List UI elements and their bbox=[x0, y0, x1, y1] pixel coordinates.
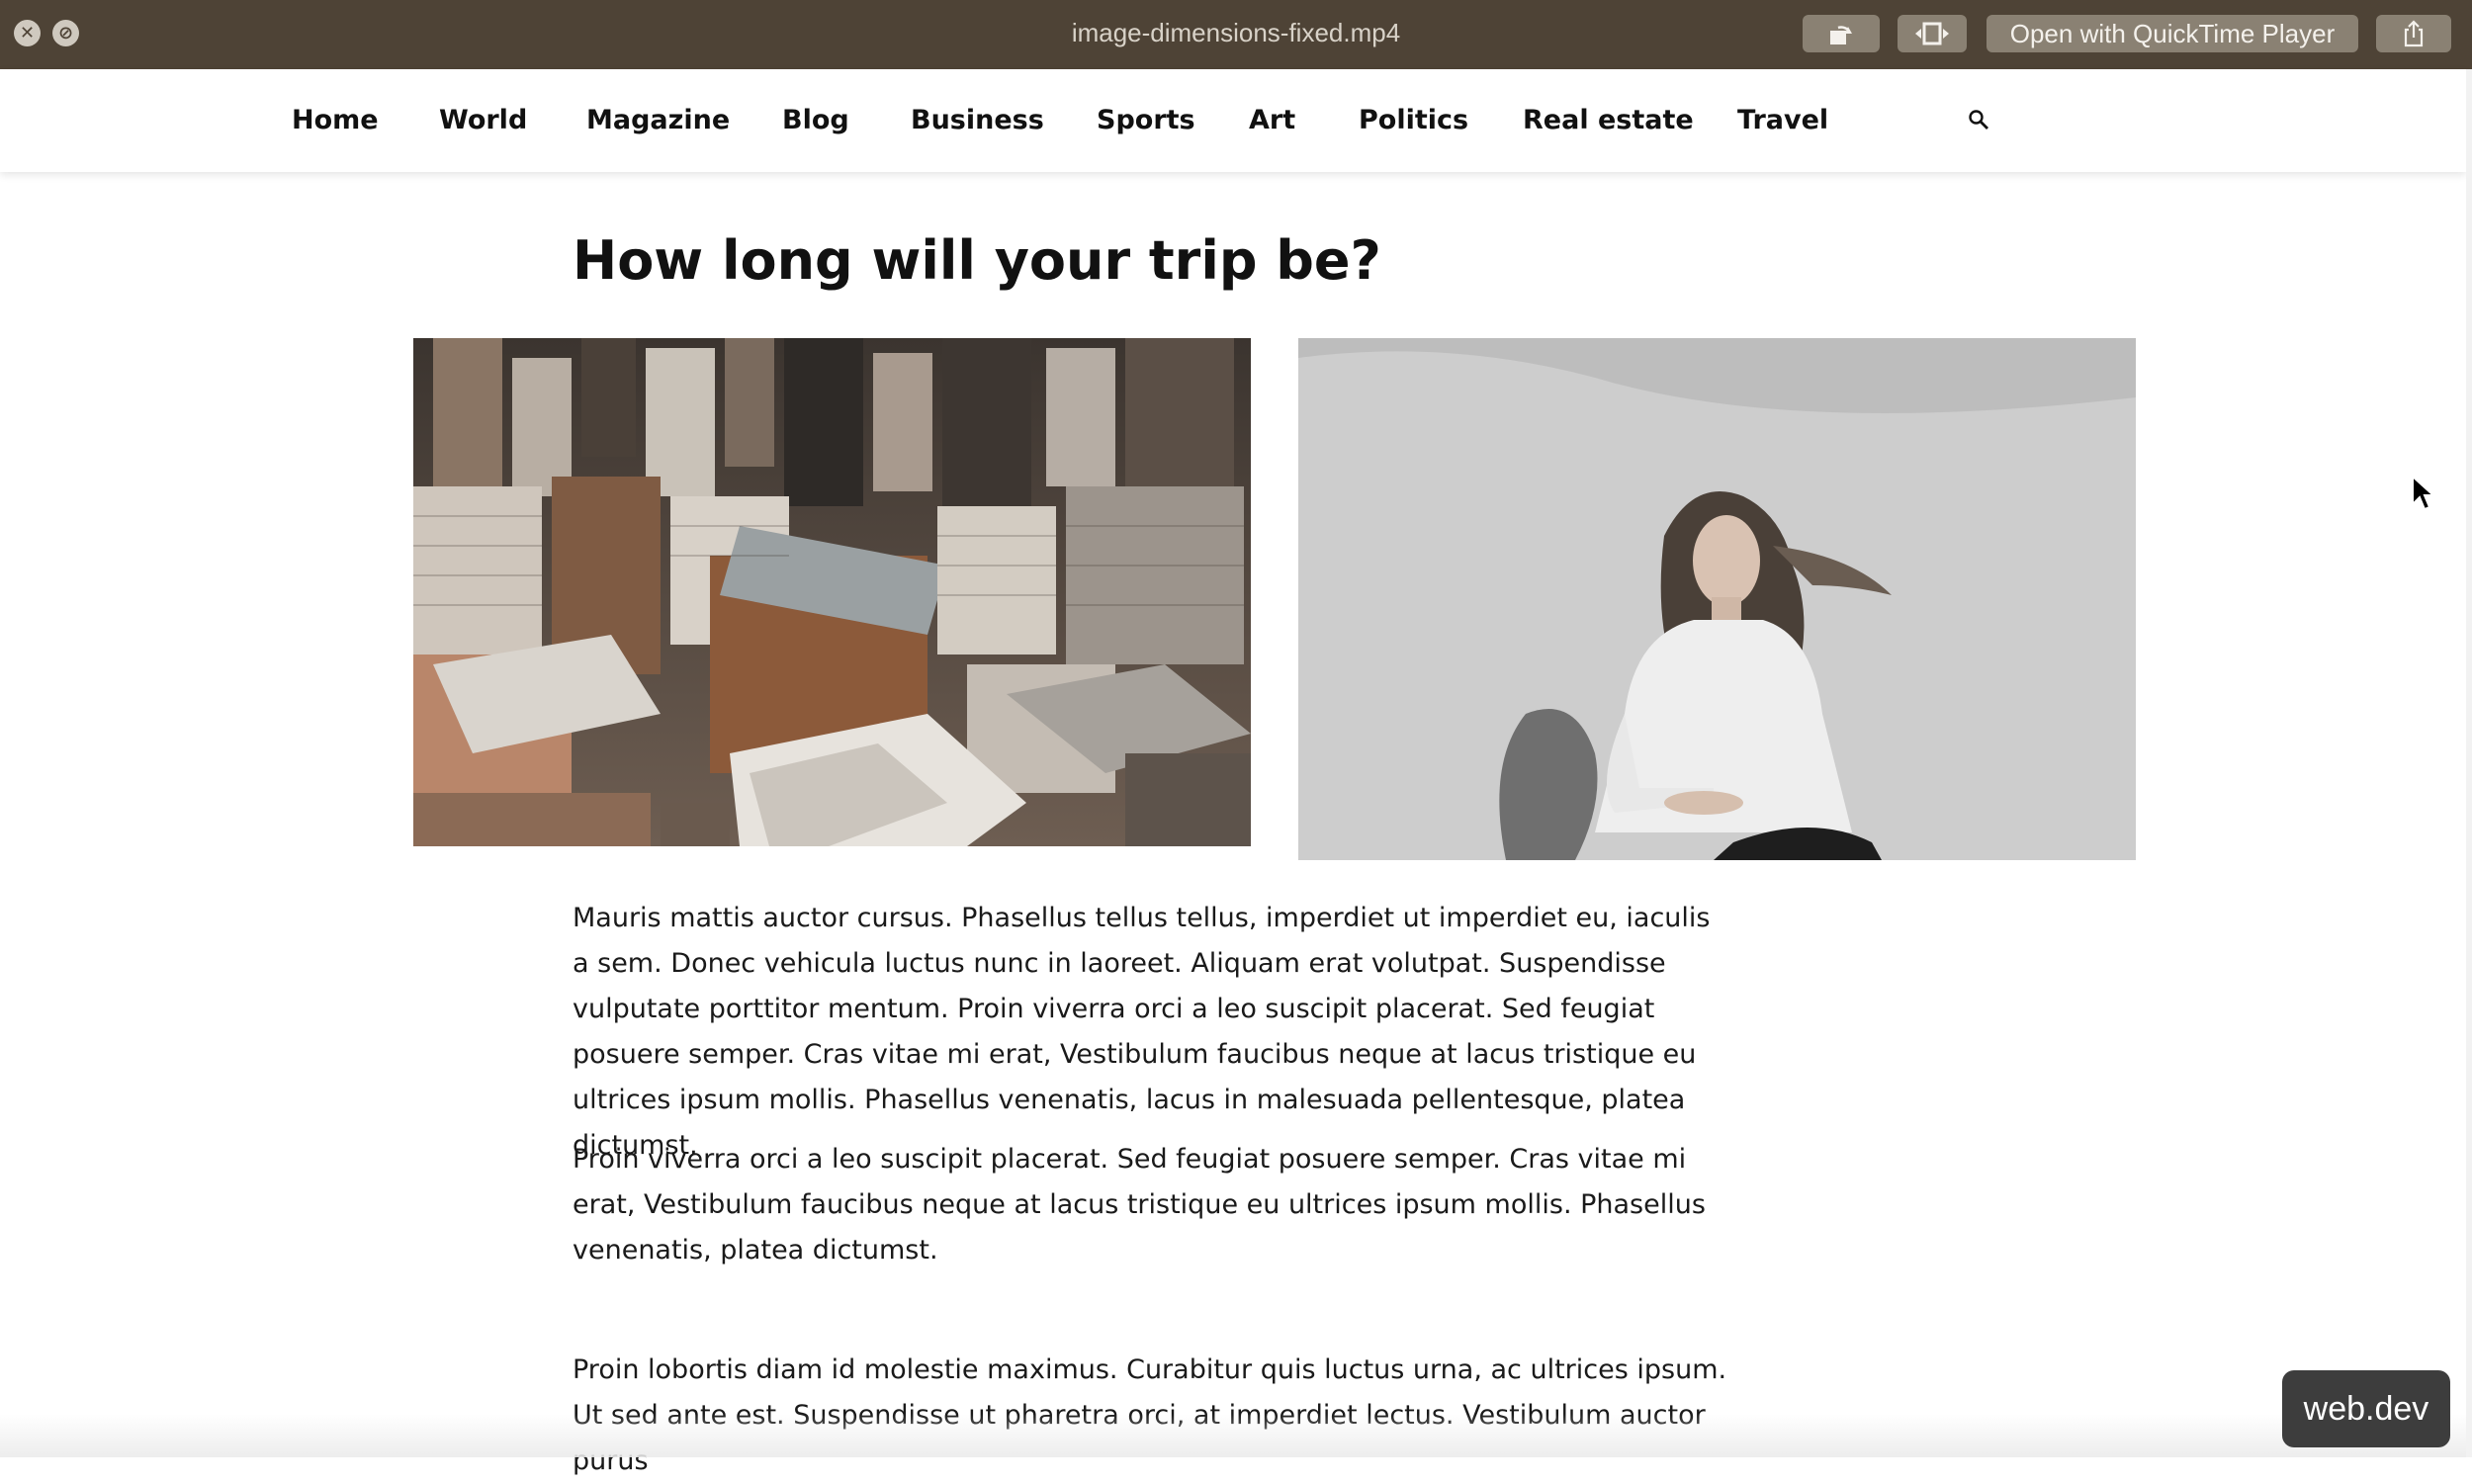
nav-item-art[interactable]: Art bbox=[1249, 105, 1295, 135]
share-icon bbox=[2404, 20, 2424, 47]
nav-item-blog[interactable]: Blog bbox=[782, 105, 849, 135]
share-button[interactable] bbox=[2376, 15, 2451, 52]
mouse-pointer-icon bbox=[2411, 474, 2436, 516]
nav-item-travel[interactable]: Travel bbox=[1737, 105, 1828, 135]
trim-icon bbox=[1915, 22, 1949, 45]
bottom-fade bbox=[0, 1414, 2466, 1457]
nav-item-magazine[interactable]: Magazine bbox=[586, 105, 730, 135]
quicklook-title-bar: ✕ ⊘ image-dimensions-fixed.mp4 Open with… bbox=[0, 0, 2472, 69]
nav-item-sports[interactable]: Sports bbox=[1097, 105, 1195, 135]
scrollbar-track[interactable] bbox=[2466, 69, 2472, 1457]
nav-item-politics[interactable]: Politics bbox=[1359, 105, 1468, 135]
trim-button[interactable] bbox=[1898, 15, 1967, 52]
nav-item-world[interactable]: World bbox=[439, 105, 527, 135]
article-paragraph: Proin viverra orci a leo suscipit placer… bbox=[573, 1144, 1706, 1266]
open-with-quicktime-button[interactable]: Open with QuickTime Player bbox=[1986, 15, 2358, 52]
nav-item-real-estate[interactable]: Real estate bbox=[1523, 105, 1694, 135]
nav-item-home[interactable]: Home bbox=[292, 105, 379, 135]
rotate-icon bbox=[1830, 26, 1852, 44]
article-heading: How long will your trip be? bbox=[573, 229, 1381, 292]
nav-item-business[interactable]: Business bbox=[911, 105, 1044, 135]
woman-in-sand-photo bbox=[1298, 338, 2136, 860]
webdev-badge: web.dev bbox=[2282, 1370, 2450, 1447]
site-navigation: Home World Magazine Blog Business Sports… bbox=[0, 69, 2466, 172]
article-paragraph: Mauris mattis auctor cursus. Phasellus t… bbox=[573, 903, 1711, 1161]
search-icon[interactable] bbox=[1968, 109, 1989, 136]
city-aerial-photo bbox=[413, 338, 1251, 846]
rotate-button[interactable] bbox=[1803, 15, 1880, 52]
